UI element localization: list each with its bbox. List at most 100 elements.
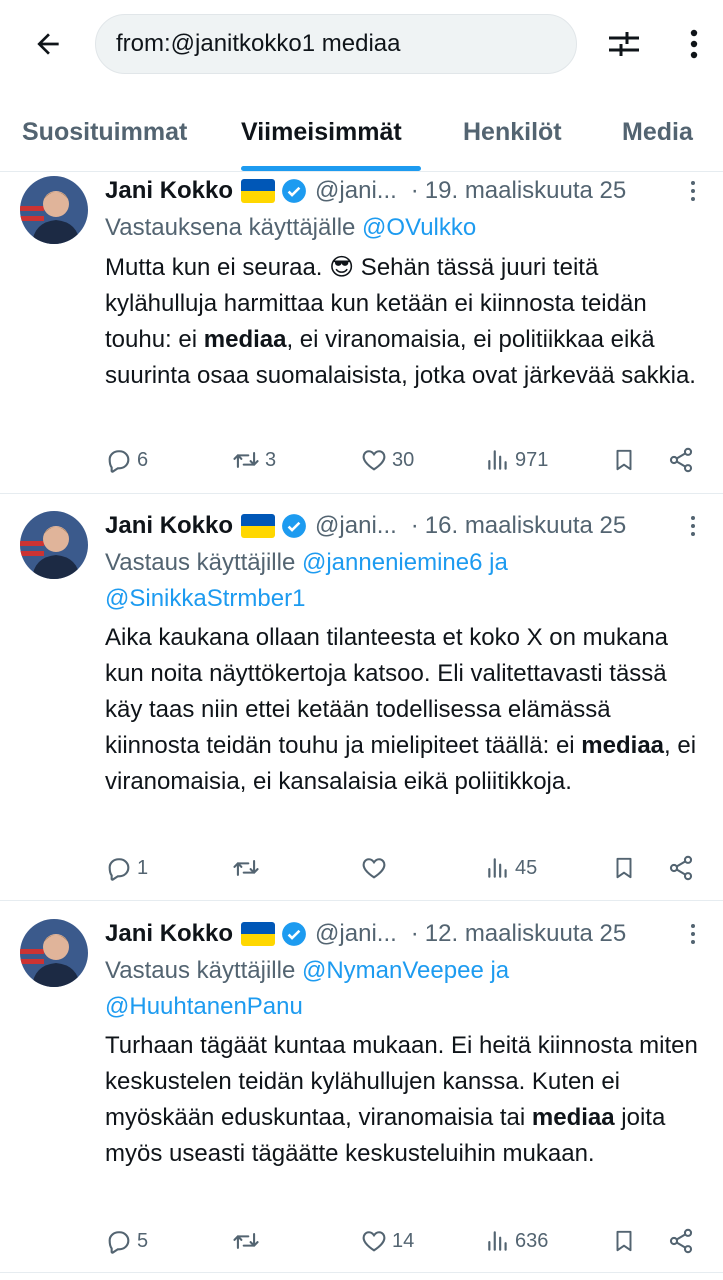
tweet-more-button[interactable]	[683, 919, 703, 949]
tab-media[interactable]: Media	[622, 118, 693, 147]
reply-button[interactable]: 1	[105, 848, 148, 888]
search-filter-button[interactable]	[600, 22, 648, 66]
bookmark-icon	[616, 857, 632, 879]
views-icon	[488, 1231, 507, 1251]
views-button[interactable]: 971	[485, 440, 548, 480]
timestamp[interactable]: 16. maaliskuuta 25	[425, 512, 626, 540]
display-name[interactable]: Jani Kokko	[105, 512, 233, 540]
reply-prefix: Vastaus käyttäjille	[105, 957, 302, 984]
mention-joiner: ja	[482, 549, 508, 576]
timestamp[interactable]: 19. maaliskuuta 25	[425, 177, 626, 205]
mention-link[interactable]: @HuuhtanenPanu	[105, 993, 303, 1020]
tweet-text: Mutta kun ei seuraa. 😎 Sehän tässä juuri…	[105, 250, 700, 394]
timestamp[interactable]: 12. maaliskuuta 25	[425, 920, 626, 948]
back-button[interactable]	[26, 22, 70, 66]
mention-link[interactable]: @janneniemine6	[302, 549, 482, 576]
share-button[interactable]	[667, 848, 695, 888]
reply-count: 6	[137, 448, 149, 471]
tweet-header: Jani Kokko @jani... · 12. maaliskuuta 25	[105, 915, 723, 953]
views-count: 636	[515, 1229, 549, 1252]
tweet[interactable]: Jani Kokko @jani... · 19. maaliskuuta 25…	[0, 172, 723, 494]
views-button[interactable]: 636	[485, 1221, 548, 1261]
top-bar: from:@janitkokko1 mediaa	[0, 0, 723, 92]
bookmark-button[interactable]	[611, 440, 637, 480]
reply-button[interactable]: 6	[105, 440, 148, 480]
like-button[interactable]: 30	[360, 440, 414, 480]
share-icon	[669, 1228, 693, 1254]
share-button[interactable]	[667, 440, 695, 480]
reply-button[interactable]: 5	[105, 1221, 148, 1261]
repost-button[interactable]	[231, 1221, 265, 1261]
separator-dot: ·	[410, 177, 419, 204]
reply-context: Vastaus käyttäjille @NymanVeepee ja @Huuh…	[105, 953, 695, 1025]
bookmark-icon	[616, 1230, 632, 1252]
reply-context: Vastaus käyttäjille @janneniemine6 ja @Si…	[105, 545, 695, 617]
more-vertical-icon	[691, 924, 695, 944]
like-button[interactable]	[360, 848, 392, 888]
reply-icon	[108, 858, 130, 881]
reply-count: 5	[137, 1229, 149, 1252]
share-button[interactable]	[667, 1221, 695, 1261]
share-icon	[669, 855, 693, 881]
tweet-actions: 1 45	[105, 848, 705, 888]
views-count: 45	[515, 856, 538, 879]
avatar[interactable]	[20, 176, 88, 244]
profile-photo	[20, 176, 88, 244]
reply-prefix: Vastaus käyttäjille	[105, 549, 302, 576]
mention-link[interactable]: @SinikkaStrmber1	[105, 585, 305, 612]
tweet-more-button[interactable]	[683, 511, 703, 541]
tweet[interactable]: Jani Kokko @jani... · 12. maaliskuuta 25…	[0, 915, 723, 1273]
views-icon	[488, 450, 507, 470]
active-tab-indicator	[241, 166, 421, 171]
username[interactable]: @jani...	[315, 920, 397, 948]
repost-button[interactable]: 3	[231, 440, 276, 480]
bookmark-icon	[616, 449, 632, 471]
verified-badge-icon	[281, 178, 307, 204]
mention-joiner: ja	[483, 957, 510, 984]
tab-latest[interactable]: Viimeisimmät	[241, 118, 402, 147]
reply-icon	[108, 1231, 130, 1254]
more-vertical-icon	[691, 181, 695, 201]
avatar[interactable]	[20, 919, 88, 987]
search-tabs: Suosituimmat Viimeisimmät Henkilöt Media	[0, 92, 723, 172]
tweet-more-button[interactable]	[683, 176, 703, 206]
display-name[interactable]: Jani Kokko	[105, 920, 233, 948]
tab-top[interactable]: Suosituimmat	[22, 118, 187, 147]
repost-button[interactable]	[231, 848, 265, 888]
reply-context: Vastauksena käyttäjälle @OVulkko	[105, 210, 695, 246]
back-arrow-icon	[37, 33, 59, 55]
repost-icon	[233, 860, 259, 876]
like-icon	[362, 858, 386, 879]
views-button[interactable]: 45	[485, 848, 537, 888]
mention-link[interactable]: @NymanVeepee	[302, 957, 484, 984]
tweet[interactable]: Jani Kokko @jani... · 16. maaliskuuta 25…	[0, 507, 723, 901]
bookmark-button[interactable]	[611, 1221, 637, 1261]
username[interactable]: @jani...	[315, 512, 397, 540]
reply-prefix: Vastauksena käyttäjälle	[105, 214, 363, 241]
bookmark-button[interactable]	[611, 848, 637, 888]
more-options-button[interactable]	[676, 22, 712, 66]
username[interactable]: @jani...	[315, 177, 397, 205]
repost-count: 3	[265, 448, 277, 471]
ukraine-flag-icon	[241, 922, 276, 946]
repost-icon	[233, 1233, 259, 1249]
highlighted-term: mediaa	[203, 326, 287, 353]
tweet-header: Jani Kokko @jani... · 19. maaliskuuta 25	[105, 172, 723, 210]
like-icon	[362, 1231, 386, 1252]
like-icon	[362, 450, 386, 471]
like-button[interactable]: 14	[360, 1221, 414, 1261]
avatar[interactable]	[20, 511, 88, 579]
display-name[interactable]: Jani Kokko	[105, 177, 233, 205]
repost-icon	[233, 452, 259, 468]
tweet-header: Jani Kokko @jani... · 16. maaliskuuta 25	[105, 507, 723, 545]
mention-link[interactable]: @OVulkko	[362, 214, 476, 241]
search-query: from:@janitkokko1 mediaa	[116, 30, 401, 57]
ukraine-flag-icon	[241, 179, 276, 203]
tweet-actions: 5 14 636	[105, 1221, 705, 1261]
profile-photo	[20, 919, 88, 987]
tab-people[interactable]: Henkilöt	[463, 118, 562, 147]
reply-icon	[108, 450, 130, 473]
more-vertical-icon	[690, 29, 698, 59]
highlighted-term: mediaa	[531, 1104, 615, 1131]
search-input[interactable]: from:@janitkokko1 mediaa	[95, 14, 577, 74]
